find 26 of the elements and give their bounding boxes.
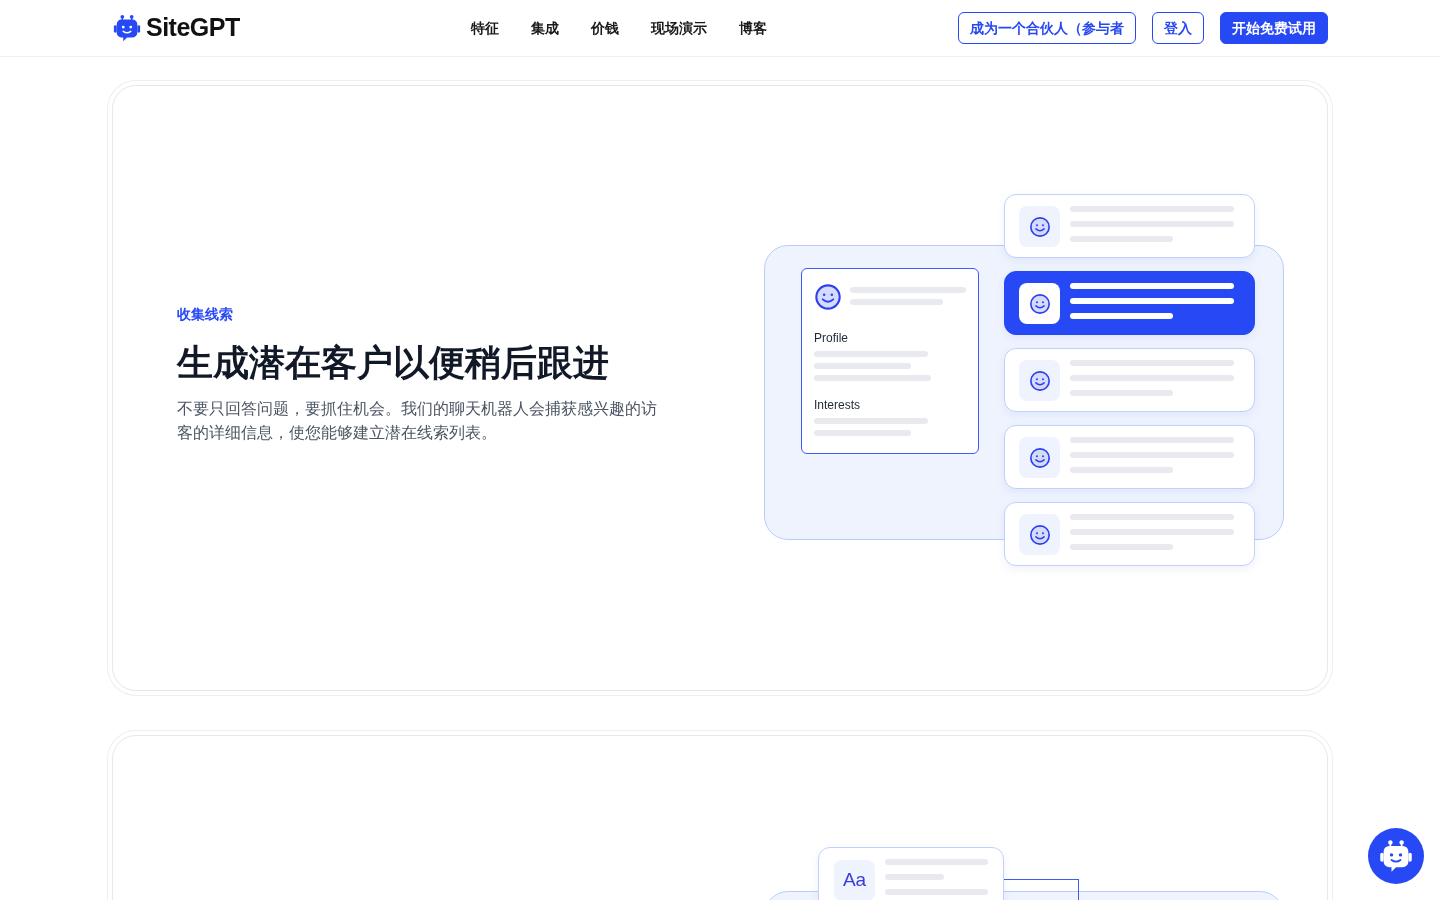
visitor-card[interactable] [1004,271,1255,335]
header-button[interactable]: 成为一个合伙人（参与者 [958,12,1136,44]
header-button[interactable]: 登入 [1152,12,1204,44]
nav-link[interactable]: 集成 [514,17,575,39]
section-eyebrow: 收集线索 [177,305,234,325]
nav-link[interactable]: 博客 [722,17,783,39]
brand-logo[interactable]: SiteGPT [112,9,240,47]
nav-link[interactable]: 价钱 [574,17,635,39]
free-trial-button[interactable]: 开始免费试用 [1220,12,1328,44]
smiley-icon [1019,206,1060,247]
profile-label: Interests [814,397,862,414]
smiley-icon [1019,514,1060,555]
nav-link[interactable]: 现场演示 [634,17,723,39]
robot-logo-icon [112,13,142,43]
smiley-icon [1019,437,1060,478]
feature-description: 不要只回答问题，要抓住机会。我们的聊天机器人会捕获感兴趣的访客的详细信息，使您能够建立潜在线索列表。 [177,398,658,443]
chat-button[interactable] [1368,828,1424,884]
font-sample: Aa [834,860,875,900]
robot-icon [1378,838,1414,874]
brand-name: SiteGPT [146,12,240,44]
smiley-icon [814,283,842,311]
profile-label: Profile [814,330,849,347]
feature-title: 生成潜在客户以便稍后跟进 [177,341,610,385]
smiley-icon [1019,360,1060,401]
nav-link[interactable]: 特征 [454,17,515,39]
smiley-icon [1019,283,1060,324]
